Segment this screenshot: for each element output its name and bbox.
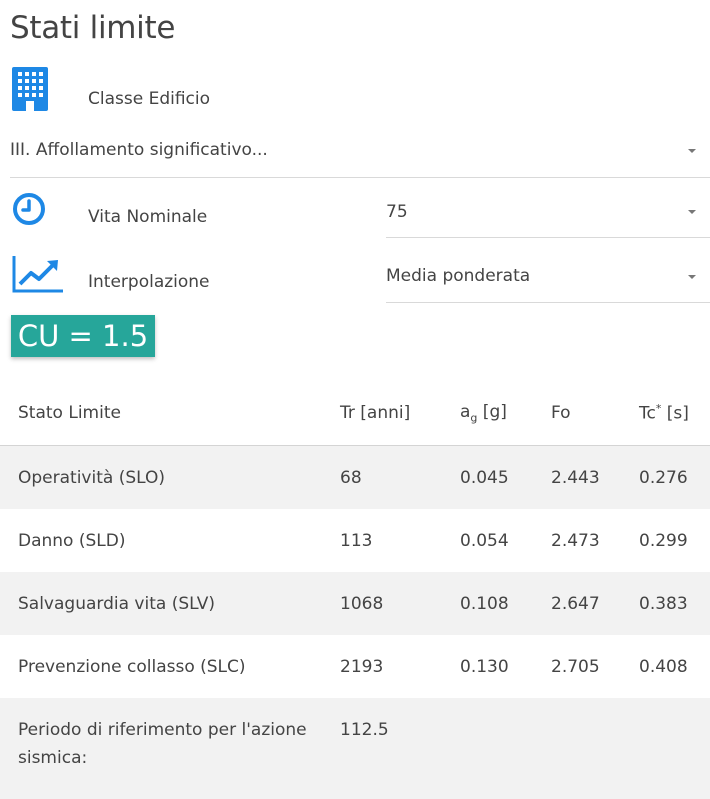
- cell-tr: 1068: [339, 572, 459, 635]
- vita-nominale-select[interactable]: 75: [386, 202, 710, 238]
- reference-period-row: Periodo di riferimento per l'azione sism…: [0, 698, 710, 799]
- table-row: Danno (SLD) 113 0.054 2.473 0.299: [0, 509, 710, 572]
- header-fo: Fo: [550, 381, 638, 446]
- table-row: Prevenzione collasso (SLC) 2193 0.130 2.…: [0, 635, 710, 698]
- cell-ag: 0.108: [459, 572, 550, 635]
- cell-fo: 2.473: [551, 530, 600, 551]
- table-row: Operatività (SLO) 68 0.045 2.443 0.276: [0, 445, 710, 509]
- reference-period-value: 112.5: [339, 698, 459, 799]
- chevron-down-icon: [688, 149, 696, 153]
- trend-chart-icon: [12, 256, 63, 293]
- cell-stato: Operatività (SLO): [0, 445, 339, 509]
- cell-tr: 2193: [340, 656, 384, 677]
- classe-edificio-value: III. Affollamento significativo...: [10, 140, 268, 160]
- cell-tr: 113: [340, 530, 373, 551]
- cell-stato: Danno (SLD): [18, 530, 126, 551]
- cell-stato: Prevenzione collasso (SLC): [18, 656, 246, 677]
- interpolazione-label: Interpolazione: [88, 272, 210, 292]
- header-stato-limite: Stato Limite: [0, 381, 339, 446]
- cell-tr: 68: [339, 445, 459, 509]
- page-title: Stati limite: [10, 10, 176, 46]
- cell-ag: 0.054: [460, 530, 509, 551]
- chevron-down-icon: [688, 275, 696, 279]
- table-row: Salvaguardia vita (SLV) 1068 0.108 2.647…: [0, 572, 710, 635]
- cell-fo: 2.443: [550, 445, 638, 509]
- cu-badge: CU = 1.5: [11, 315, 155, 357]
- cell-ag: 0.045: [459, 445, 550, 509]
- header-tc: Tc* [s]: [638, 381, 710, 446]
- classe-edificio-select[interactable]: III. Affollamento significativo...: [10, 140, 710, 178]
- cell-fo: 2.647: [550, 572, 638, 635]
- cell-ag: 0.130: [460, 656, 509, 677]
- header-ag: ag [g]: [459, 381, 550, 446]
- cell-fo: 2.705: [551, 656, 600, 677]
- clock-icon: [13, 193, 45, 225]
- vita-nominale-label: Vita Nominale: [88, 207, 208, 227]
- cell-tc: 0.408: [639, 656, 688, 677]
- cell-stato: Salvaguardia vita (SLV): [0, 572, 339, 635]
- cell-tc: 0.299: [639, 530, 688, 551]
- interpolazione-value: Media ponderata: [386, 266, 531, 286]
- reference-period-label: Periodo di riferimento per l'azione sism…: [0, 698, 339, 799]
- table-header-row: Stato Limite Tr [anni] ag [g] Fo Tc* [s]: [0, 381, 710, 446]
- header-tr: Tr [anni]: [339, 381, 459, 446]
- stati-limite-table: Stato Limite Tr [anni] ag [g] Fo Tc* [s]…: [0, 381, 710, 799]
- vita-nominale-value: 75: [386, 202, 408, 222]
- classe-edificio-label: Classe Edificio: [88, 89, 211, 109]
- cell-tc: 0.383: [638, 572, 710, 635]
- chevron-down-icon: [688, 210, 696, 214]
- building-icon: [12, 67, 48, 111]
- cell-tc: 0.276: [638, 445, 710, 509]
- interpolazione-select[interactable]: Media ponderata: [386, 266, 710, 303]
